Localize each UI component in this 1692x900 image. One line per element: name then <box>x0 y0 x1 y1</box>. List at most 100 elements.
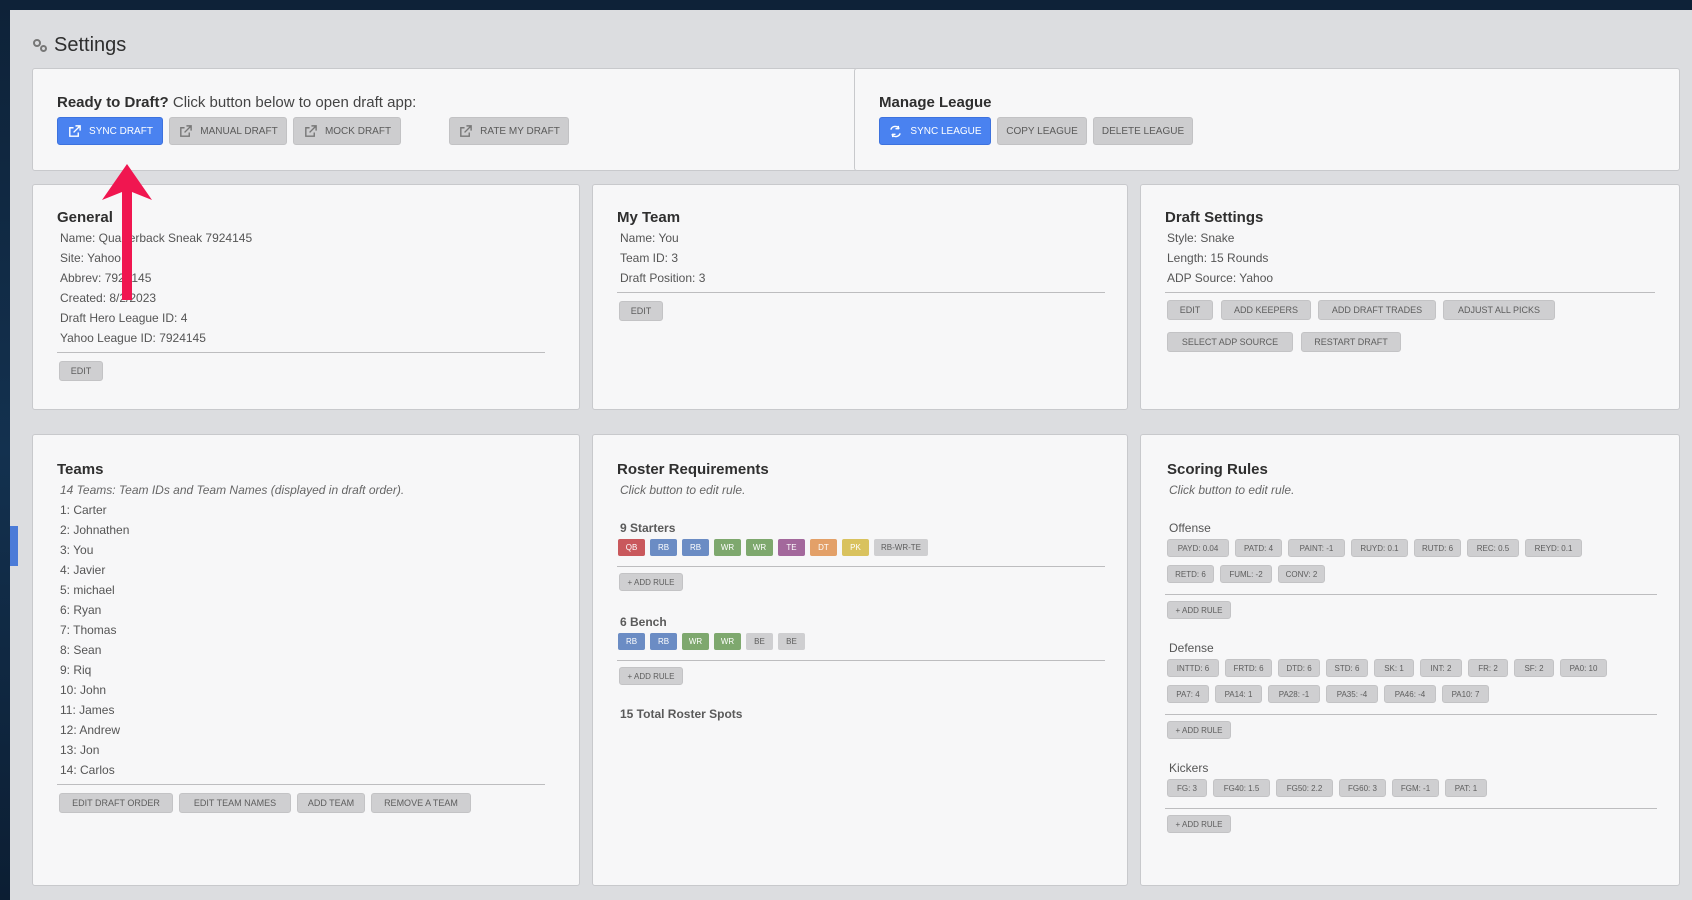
draft-settings-line: Style: Snake <box>1167 231 1235 245</box>
position-chip[interactable]: DT <box>810 539 837 556</box>
annotation-arrow-icon <box>102 164 152 300</box>
my-team-line: Team ID: 3 <box>620 251 679 265</box>
list-item: 4: Javier <box>60 563 106 577</box>
scoring-rule-button[interactable]: FG60: 3 <box>1339 779 1386 797</box>
kickers-add-rule-button[interactable]: + ADD RULE <box>1167 815 1231 833</box>
scoring-rule-button[interactable]: PA28: -1 <box>1268 685 1320 703</box>
list-item: 3: You <box>60 543 94 557</box>
sync-league-button[interactable]: SYNC LEAGUE <box>879 117 991 145</box>
position-chip[interactable]: WR <box>714 633 741 650</box>
divider <box>1165 714 1657 715</box>
scoring-rule-button[interactable]: PA14: 1 <box>1215 685 1262 703</box>
edit-team-names-button[interactable]: EDIT TEAM NAMES <box>179 793 291 813</box>
scoring-rule-button[interactable]: PA35: -4 <box>1326 685 1378 703</box>
add-team-button[interactable]: ADD TEAM <box>297 793 365 813</box>
position-chip[interactable]: RB <box>650 633 677 650</box>
mock-draft-button[interactable]: MOCK DRAFT <box>293 117 401 145</box>
side-tab[interactable] <box>10 526 18 566</box>
scoring-rule-button[interactable]: INTTD: 6 <box>1167 659 1219 677</box>
position-chip[interactable]: WR <box>714 539 741 556</box>
my-team-line: Name: You <box>620 231 679 245</box>
scoring-rule-button[interactable]: PAINT: -1 <box>1288 539 1345 557</box>
remove-team-button[interactable]: REMOVE A TEAM <box>371 793 471 813</box>
draft-settings-edit-button[interactable]: EDIT <box>1167 300 1213 320</box>
teams-card: Teams 14 Teams: Team IDs and Team Names … <box>32 434 580 886</box>
list-item: 8: Sean <box>60 643 102 657</box>
scoring-rule-button[interactable]: PATD: 4 <box>1235 539 1282 557</box>
scoring-rule-button[interactable]: FG50: 2.2 <box>1276 779 1333 797</box>
scoring-rule-button[interactable]: FG40: 1.5 <box>1213 779 1270 797</box>
scoring-rule-button[interactable]: FG: 3 <box>1167 779 1207 797</box>
restart-draft-button[interactable]: RESTART DRAFT <box>1301 332 1401 352</box>
bench-label: 6 Bench <box>620 615 667 629</box>
position-chip[interactable]: RB <box>650 539 677 556</box>
add-draft-trades-button[interactable]: ADD DRAFT TRADES <box>1318 300 1436 320</box>
ready-to-draft-card: Ready to Draft? Click button below to op… <box>32 68 858 171</box>
edit-draft-order-button[interactable]: EDIT DRAFT ORDER <box>59 793 173 813</box>
position-chip[interactable]: RB <box>682 539 709 556</box>
ready-heading-bold: Ready to Draft? <box>57 94 169 111</box>
starters-label: 9 Starters <box>620 521 676 535</box>
position-chip[interactable]: RB-WR-TE <box>874 539 928 556</box>
divider <box>617 660 1105 661</box>
position-chip[interactable]: WR <box>746 539 773 556</box>
scoring-rule-button[interactable]: REYD: 0.1 <box>1525 539 1582 557</box>
scoring-rule-button[interactable]: FUML: -2 <box>1220 565 1272 583</box>
position-chip[interactable]: QB <box>618 539 645 556</box>
rate-my-draft-button[interactable]: RATE MY DRAFT <box>449 117 569 145</box>
scoring-rule-button[interactable]: PAYD: 0.04 <box>1167 539 1229 557</box>
scoring-rule-button[interactable]: DTD: 6 <box>1278 659 1320 677</box>
total-roster-spots: 15 Total Roster Spots <box>620 707 743 721</box>
add-keepers-button[interactable]: ADD KEEPERS <box>1221 300 1311 320</box>
divider <box>57 784 545 785</box>
select-adp-source-button[interactable]: SELECT ADP SOURCE <box>1167 332 1293 352</box>
scoring-heading: Scoring Rules <box>1167 461 1268 478</box>
teams-note: 14 Teams: Team IDs and Team Names (displ… <box>60 483 405 497</box>
scoring-rule-button[interactable]: SK: 1 <box>1374 659 1414 677</box>
position-chip[interactable]: WR <box>682 633 709 650</box>
delete-league-button[interactable]: DELETE LEAGUE <box>1093 117 1193 145</box>
external-link-icon <box>460 124 472 137</box>
position-chip[interactable]: BE <box>746 633 773 650</box>
copy-league-button[interactable]: COPY LEAGUE <box>997 117 1087 145</box>
page-title: Settings <box>32 34 126 57</box>
scoring-rule-button[interactable]: CONV: 2 <box>1278 565 1325 583</box>
sync-draft-button[interactable]: SYNC DRAFT <box>57 117 163 145</box>
manage-league-heading: Manage League <box>879 94 992 111</box>
ready-heading-text: Click button below to open draft app: <box>168 94 417 111</box>
sync-icon <box>890 125 902 137</box>
divider <box>617 292 1105 293</box>
position-chip[interactable]: BE <box>778 633 805 650</box>
offense-add-rule-button[interactable]: + ADD RULE <box>1167 601 1231 619</box>
scoring-rule-button[interactable]: PA7: 4 <box>1167 685 1209 703</box>
adjust-all-picks-button[interactable]: ADJUST ALL PICKS <box>1443 300 1555 320</box>
scoring-rule-button[interactable]: INT: 2 <box>1420 659 1462 677</box>
scoring-rule-button[interactable]: REC: 0.5 <box>1467 539 1519 557</box>
scoring-rule-button[interactable]: FRTD: 6 <box>1225 659 1272 677</box>
bench-add-rule-button[interactable]: + ADD RULE <box>619 667 683 685</box>
scoring-rule-button[interactable]: FGM: -1 <box>1392 779 1439 797</box>
draft-settings-heading: Draft Settings <box>1165 209 1264 226</box>
position-chip[interactable]: TE <box>778 539 805 556</box>
my-team-edit-button[interactable]: EDIT <box>619 301 663 321</box>
scoring-rule-button[interactable]: RETD: 6 <box>1167 565 1214 583</box>
scoring-rule-button[interactable]: PAT: 1 <box>1445 779 1487 797</box>
divider <box>1165 594 1657 595</box>
defense-add-rule-button[interactable]: + ADD RULE <box>1167 721 1231 739</box>
general-edit-button[interactable]: EDIT <box>59 361 103 381</box>
list-item: 13: Jon <box>60 743 100 757</box>
position-chip[interactable]: PK <box>842 539 869 556</box>
position-chip[interactable]: RB <box>618 633 645 650</box>
teams-heading: Teams <box>57 461 104 478</box>
scoring-rule-button[interactable]: PA0: 10 <box>1560 659 1607 677</box>
scoring-rule-button[interactable]: RUTD: 6 <box>1414 539 1461 557</box>
scoring-rule-button[interactable]: STD: 6 <box>1326 659 1368 677</box>
scoring-rule-button[interactable]: PA10: 7 <box>1442 685 1489 703</box>
list-item: 14: Carlos <box>60 763 115 777</box>
scoring-rule-button[interactable]: RUYD: 0.1 <box>1351 539 1408 557</box>
scoring-rule-button[interactable]: FR: 2 <box>1468 659 1508 677</box>
roster-add-rule-button[interactable]: + ADD RULE <box>619 573 683 591</box>
scoring-rule-button[interactable]: PA46: -4 <box>1384 685 1436 703</box>
manual-draft-button[interactable]: MANUAL DRAFT <box>169 117 287 145</box>
scoring-rule-button[interactable]: SF: 2 <box>1514 659 1554 677</box>
